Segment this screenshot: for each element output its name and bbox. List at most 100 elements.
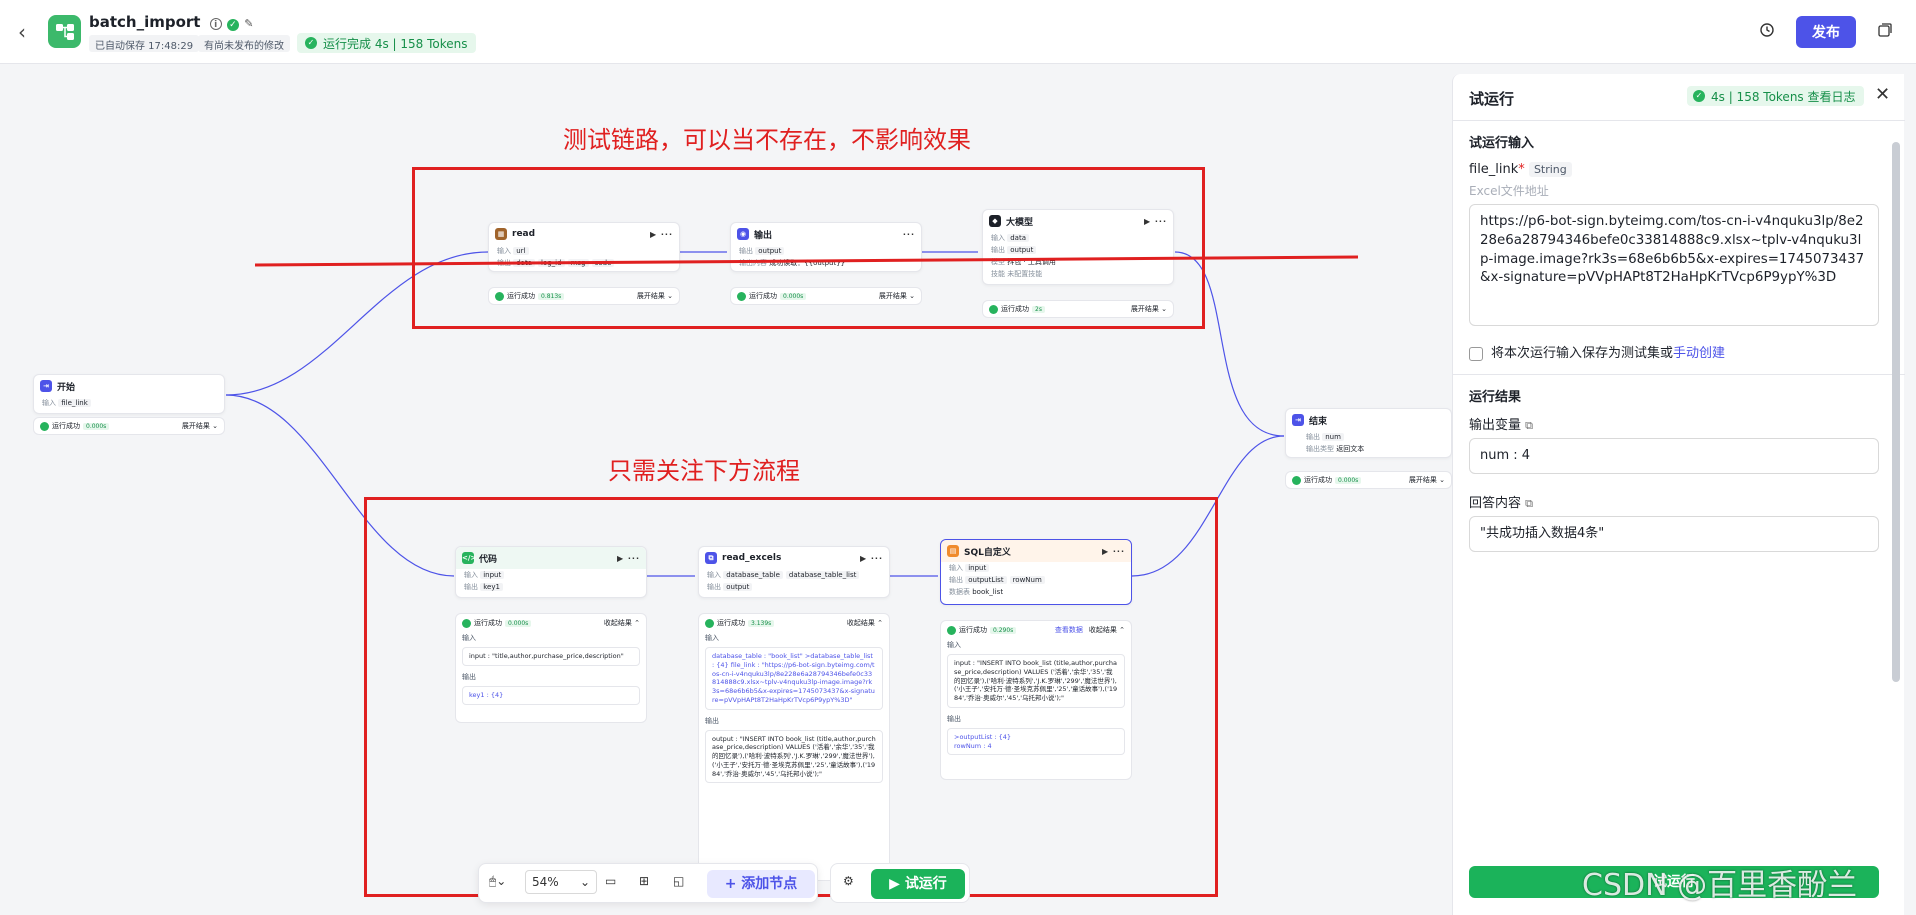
- publish-button[interactable]: 发布: [1796, 16, 1856, 48]
- panel-title: 试运行: [1469, 90, 1515, 108]
- layout-icon[interactable]: ⊞: [639, 874, 649, 888]
- mode-value: 返回文本: [1336, 445, 1365, 453]
- collapse-results-button[interactable]: 收起结果 ⌃: [1089, 625, 1125, 635]
- node-output[interactable]: ◉ 输出 ··· 输出 output 输出内容 成功读取：{{output}}: [730, 222, 922, 272]
- run-more-icon[interactable]: ▶ ···: [1102, 547, 1125, 556]
- out-label: 输出: [464, 583, 478, 591]
- in-var: database_table_list: [785, 571, 860, 579]
- output-icon: ◉: [737, 228, 749, 240]
- panel-stat-text: 4s | 158 Tokens 查看日志: [1711, 90, 1856, 104]
- in-var: data: [1007, 234, 1030, 242]
- output-var-label-text: 输出变量: [1469, 418, 1522, 433]
- view-data-link[interactable]: 查看数据: [1055, 625, 1083, 635]
- out-var: outputList: [965, 576, 1007, 584]
- back-icon[interactable]: ‹: [18, 20, 26, 44]
- node-start[interactable]: ⇥ 开始 输入 file_link: [33, 374, 225, 414]
- collapse-results-button[interactable]: 收起结果 ⌃: [847, 618, 883, 628]
- autosave-chip: 已自动保存 17:48:29: [89, 35, 200, 52]
- expand-results-button[interactable]: 展开结果 ⌄: [879, 291, 915, 301]
- info-icon[interactable]: i: [209, 18, 222, 30]
- detail-output-label: 输出: [705, 716, 719, 725]
- status-time: 0.290s: [990, 627, 1017, 634]
- node-end-status: 运行成功 0.000s 展开结果 ⌄: [1285, 471, 1452, 489]
- expand-results-button[interactable]: 展开结果 ⌄: [1131, 304, 1167, 314]
- status-time: 0.813s: [538, 293, 565, 300]
- status-time: 3.139s: [748, 620, 775, 627]
- run-status-badge[interactable]: ✓ 运行完成 4s | 158 Tokens: [297, 33, 476, 53]
- add-node-button[interactable]: + 添加节点: [707, 870, 815, 898]
- status-time: 0.000s: [780, 293, 807, 300]
- run-more-icon[interactable]: ▶ ···: [650, 230, 673, 239]
- out-var: code: [591, 259, 615, 267]
- history-icon[interactable]: [1758, 22, 1776, 40]
- edit-icon[interactable]: ✎: [244, 17, 253, 30]
- out-var: msg: [567, 259, 589, 267]
- mode-label: 输出类型: [1306, 445, 1334, 453]
- save-testset-label: 将本次运行输入保存为测试集或: [1491, 346, 1674, 361]
- in-label: 输入: [949, 564, 963, 572]
- status-text: 运行成功: [474, 619, 502, 627]
- in-var: url: [513, 247, 529, 255]
- out-var: output: [723, 583, 753, 591]
- detail-input-label: 输入: [705, 634, 719, 642]
- status-text: 运行成功: [507, 292, 535, 300]
- workflow-icon: ⧉: [705, 552, 717, 564]
- node-llm[interactable]: ◆ 大模型 ▶ ··· 输入 data 输出 output 模型 抖包 · 工具调用…: [982, 209, 1174, 285]
- zoom-select[interactable]: 54% ⌄: [525, 870, 597, 894]
- workflow-canvas[interactable]: ⇥ 开始 输入 file_link 运行成功 0.000s 展开结果 ⌄ ▦ read ▶…: [0, 64, 1452, 915]
- node-read[interactable]: ▦ read ▶ ··· 输入 url 输出 data log_id msg code: [488, 222, 680, 272]
- in-var: input: [965, 564, 990, 572]
- status-text: 运行成功: [959, 626, 987, 634]
- node-end[interactable]: ⇥ 结束 输出 num 输出类型 返回文本: [1285, 408, 1452, 458]
- node-read-excels[interactable]: ⧉ read_excels ▶ ··· 输入 database_table datab…: [698, 546, 890, 598]
- out-var: rowNum: [1009, 576, 1045, 584]
- node-sql-result: 运行成功 0.290s 收起结果 ⌃ 查看数据 输入 input : "INSERT …: [940, 620, 1132, 780]
- panel-run-stat[interactable]: ✓ 4s | 158 Tokens 查看日志: [1687, 86, 1864, 106]
- node-output-title: 输出: [754, 230, 773, 241]
- minimap-icon[interactable]: ◱: [673, 874, 684, 888]
- edge-llm-end: [1174, 251, 1285, 437]
- canvas-toolbar: 🖱︎⌄ 54% ⌄ ▭ ⊞ ◱ + 添加节点: [478, 863, 818, 903]
- comment-icon[interactable]: ▭: [605, 874, 616, 888]
- more-icon[interactable]: ···: [903, 230, 915, 239]
- status-time: 2s: [1032, 306, 1045, 313]
- mouse-icon[interactable]: 🖱︎⌄: [489, 874, 506, 889]
- save-testset-checkbox[interactable]: [1469, 346, 1483, 361]
- run-more-icon[interactable]: ▶ ···: [860, 554, 883, 563]
- success-icon: [1292, 475, 1301, 485]
- node-start-status: 运行成功 0.000s 展开结果 ⌄: [33, 417, 225, 435]
- node-sql[interactable]: ▤ SQL自定义 ▶ ··· 输入 input 输出 outputList rowNu…: [940, 539, 1132, 605]
- panel-scrollbar[interactable]: [1892, 142, 1900, 682]
- copy-icon[interactable]: ⧉: [1525, 497, 1533, 510]
- node-llm-status: 运行成功 2s 展开结果 ⌄: [982, 300, 1174, 318]
- in-label: 输出: [1306, 433, 1320, 441]
- field-name: file_link: [1469, 162, 1519, 177]
- edge-start-read: [225, 251, 489, 396]
- node-code[interactable]: </> 代码 ▶ ··· 输入 input 输出 key1: [455, 546, 647, 598]
- manual-create-link[interactable]: 手动创建: [1673, 346, 1725, 361]
- run-more-icon[interactable]: ▶ ···: [1144, 217, 1167, 226]
- answer-value: "共成功插入数据4条": [1469, 516, 1879, 552]
- detail-output-value: key1 : {4}: [462, 685, 640, 705]
- input-section-title: 试运行输入: [1469, 136, 1535, 151]
- expand-results-button[interactable]: 展开结果 ⌄: [637, 291, 673, 301]
- file-link-input[interactable]: https://p6-bot-sign.byteimg.com/tos-cn-i…: [1469, 204, 1879, 326]
- trial-run-button[interactable]: ▶ 试运行: [871, 869, 965, 899]
- node-start-title: 开始: [57, 382, 76, 393]
- expand-results-button[interactable]: 展开结果 ⌄: [1409, 475, 1445, 485]
- run-more-icon[interactable]: ▶ ···: [617, 554, 640, 563]
- copy-icon[interactable]: ⧉: [1525, 419, 1533, 432]
- output-var-label: 输出变量 ⧉: [1469, 414, 1533, 433]
- app-title: batch_import i ✓ ✎: [89, 13, 253, 31]
- out-label: 输出: [707, 583, 721, 591]
- close-icon[interactable]: ✕: [1875, 84, 1890, 105]
- expand-results-button[interactable]: 展开结果 ⌄: [182, 421, 218, 431]
- window-icon[interactable]: [1876, 22, 1894, 40]
- database-icon: ▤: [947, 545, 959, 557]
- collapse-results-button[interactable]: 收起结果 ⌃: [604, 618, 640, 628]
- out-var: data: [513, 259, 536, 267]
- status-time: 0.000s: [505, 620, 532, 627]
- model-value: 抖包 · 工具调用: [1007, 258, 1056, 266]
- debug-icon[interactable]: ⚙: [843, 874, 854, 888]
- top-bar: ‹ batch_import i ✓ ✎ 已自动保存 17:48:29 有尚未发…: [0, 0, 1916, 64]
